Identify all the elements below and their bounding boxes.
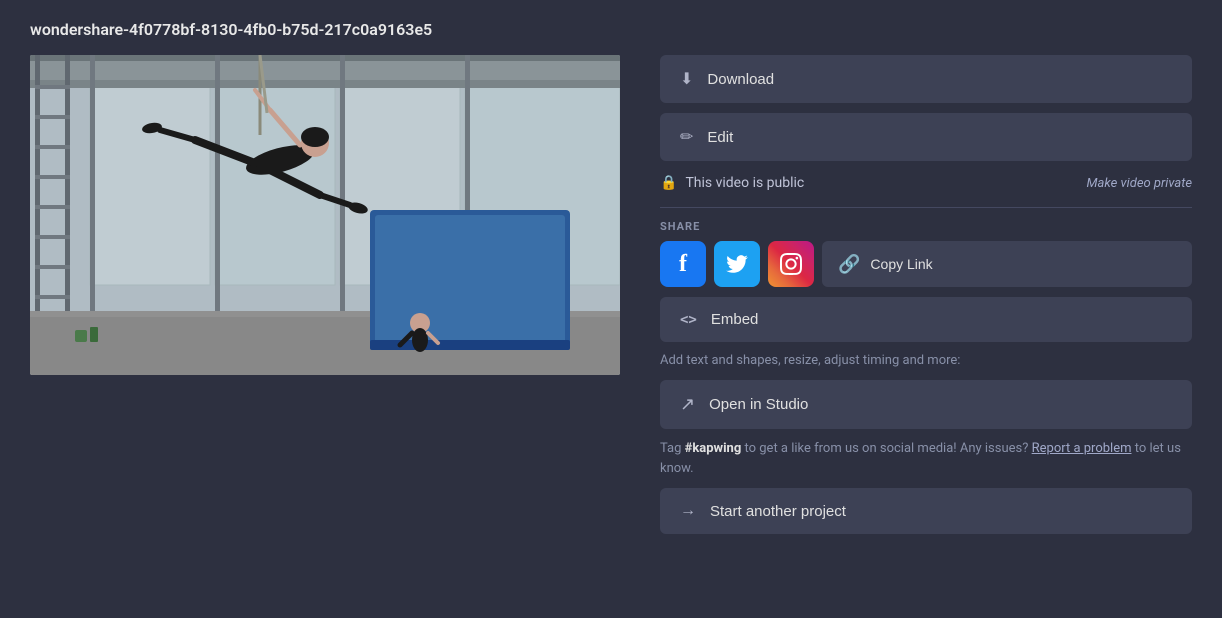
embed-label: Embed bbox=[711, 311, 759, 328]
video-panel bbox=[30, 55, 620, 598]
page-container: wondershare-4f0778bf-8130-4fb0-b75d-217c… bbox=[0, 0, 1222, 618]
embed-icon: <> bbox=[680, 312, 697, 328]
studio-hint: Add text and shapes, resize, adjust timi… bbox=[660, 352, 1192, 370]
open-studio-icon: ↗ bbox=[680, 394, 695, 415]
report-problem-link[interactable]: Report a problem bbox=[1032, 441, 1132, 456]
edit-label: Edit bbox=[707, 129, 733, 146]
video-thumbnail bbox=[30, 55, 620, 375]
divider-1 bbox=[660, 207, 1192, 208]
edit-button[interactable]: ✏ Edit bbox=[660, 113, 1192, 161]
tag-prefix: Tag bbox=[660, 441, 685, 456]
video-scene bbox=[30, 55, 620, 375]
right-panel: ⬇ Download ✏ Edit 🔒 This video is public… bbox=[660, 55, 1192, 598]
copy-link-label: Copy Link bbox=[870, 256, 932, 272]
start-project-button[interactable]: → Start another project bbox=[660, 488, 1192, 534]
share-row: f 🔗 bbox=[660, 241, 1192, 287]
lock-icon: 🔒 bbox=[660, 175, 677, 191]
download-label: Download bbox=[707, 71, 774, 88]
twitter-button[interactable] bbox=[714, 241, 760, 287]
facebook-icon: f bbox=[679, 251, 687, 278]
share-section: SHARE f bbox=[660, 220, 1192, 287]
embed-button[interactable]: <> Embed bbox=[660, 297, 1192, 342]
instagram-icon bbox=[780, 253, 802, 275]
visibility-row: 🔒 This video is public Make video privat… bbox=[660, 171, 1192, 195]
tag-section: Tag #kapwing to get a like from us on so… bbox=[660, 439, 1192, 478]
main-content: ⬇ Download ✏ Edit 🔒 This video is public… bbox=[30, 55, 1192, 598]
copy-link-button[interactable]: 🔗 Copy Link bbox=[822, 241, 1192, 287]
instagram-button[interactable] bbox=[768, 241, 814, 287]
download-icon: ⬇ bbox=[680, 69, 693, 89]
twitter-icon bbox=[726, 255, 748, 273]
tag-keyword: #kapwing bbox=[685, 441, 742, 456]
download-button[interactable]: ⬇ Download bbox=[660, 55, 1192, 103]
visibility-text: This video is public bbox=[685, 175, 804, 191]
make-private-link[interactable]: Make video private bbox=[1087, 176, 1192, 191]
open-studio-label: Open in Studio bbox=[709, 396, 808, 413]
arrow-right-icon: → bbox=[680, 502, 696, 520]
title-bar: wondershare-4f0778bf-8130-4fb0-b75d-217c… bbox=[30, 20, 1192, 39]
share-label: SHARE bbox=[660, 220, 1192, 233]
tag-middle: to get a like from us on social media! A… bbox=[741, 441, 1028, 456]
copy-link-icon: 🔗 bbox=[838, 254, 860, 275]
facebook-button[interactable]: f bbox=[660, 241, 706, 287]
edit-icon: ✏ bbox=[680, 127, 693, 147]
project-title: wondershare-4f0778bf-8130-4fb0-b75d-217c… bbox=[30, 20, 432, 39]
start-project-label: Start another project bbox=[710, 503, 846, 520]
open-studio-button[interactable]: ↗ Open in Studio bbox=[660, 380, 1192, 429]
visibility-status: 🔒 This video is public bbox=[660, 175, 804, 191]
